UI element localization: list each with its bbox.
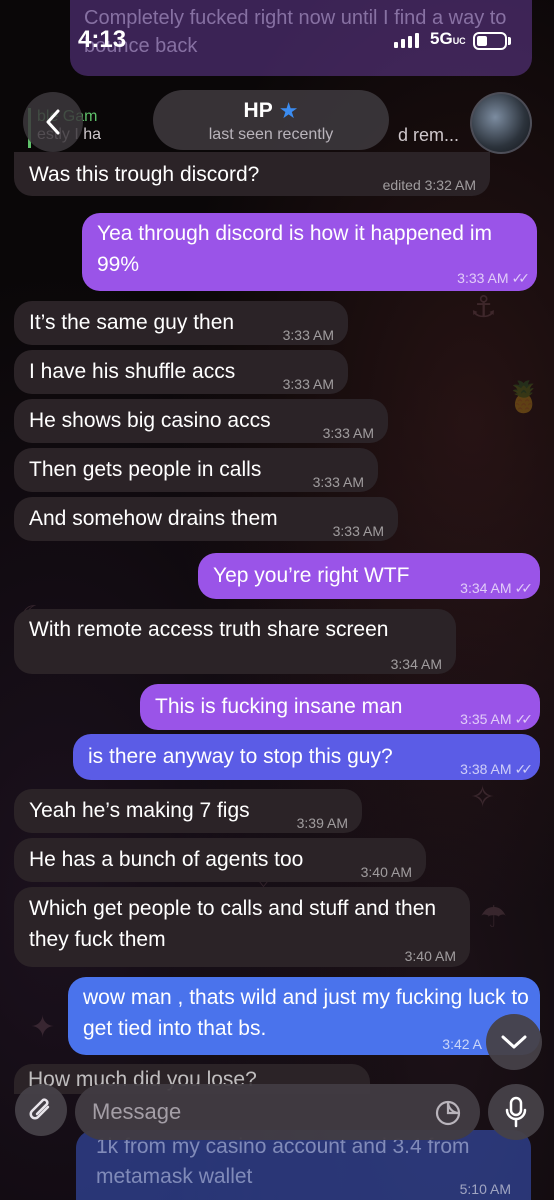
message-text: He has a bunch of agents too	[29, 848, 304, 871]
attach-button[interactable]	[15, 1084, 67, 1136]
star-icon: ★	[278, 98, 299, 123]
doodle-icon: ✧	[470, 781, 496, 814]
message-text: Yea through discord is how it happened i…	[97, 222, 492, 276]
message-time: 3:33 AM	[457, 270, 509, 286]
microphone-icon	[505, 1096, 527, 1128]
message-bubble[interactable]: Yeah he’s making 7 figs 3:39 AM	[14, 789, 362, 833]
message-time: 3:33 AM	[322, 425, 374, 441]
message-text: Yeah he’s making 7 figs	[29, 799, 250, 822]
double-check-icon: ✓✓	[514, 580, 534, 596]
message-text: This is fucking insane man	[155, 695, 403, 718]
message-bubble[interactable]: This is fucking insane man 3:35 AM ✓✓	[140, 684, 540, 730]
signal-icon	[394, 33, 419, 48]
message-time: 3:33 AM	[332, 523, 384, 539]
message-bubble[interactable]: It’s the same guy then 3:33 AM	[14, 301, 348, 345]
contact-name: HP	[243, 99, 273, 122]
message-text: 1k from my casino account and 3.4 from m…	[96, 1135, 470, 1188]
message-text: With remote access truth share screen	[29, 618, 389, 641]
chevron-left-icon	[46, 109, 60, 135]
message-time: 3:39 AM	[296, 815, 348, 831]
message-time: 3:40 AM	[404, 948, 456, 964]
message-time: edited 3:32 AM	[382, 177, 476, 193]
status-time: 4:13	[78, 26, 127, 53]
message-bubble[interactable]: Yep you’re right WTF 3:34 AM ✓✓	[198, 553, 540, 599]
message-time: 3:34 AM	[460, 580, 512, 596]
message-time: 3:33 AM	[282, 376, 334, 392]
message-text: Then gets people in calls	[29, 458, 262, 481]
double-check-icon: ✓✓	[511, 270, 531, 286]
message-bubble[interactable]: He shows big casino accs 3:33 AM	[14, 399, 388, 443]
message-time: 3:35 AM	[460, 711, 512, 727]
message-bubble[interactable]: He has a bunch of agents too 3:40 AM	[14, 838, 426, 882]
message-time: 3:33 AM	[282, 327, 334, 343]
last-seen-status: last seen recently	[208, 126, 334, 143]
message-bubble[interactable]: wow man , thats wild and just my fucking…	[68, 977, 540, 1055]
status-bar: 4:13 5GUC	[0, 0, 554, 84]
microphone-button[interactable]	[488, 1084, 544, 1140]
message-bubble[interactable]: 1k from my casino account and 3.4 from m…	[76, 1130, 531, 1200]
chevron-down-icon	[501, 1035, 527, 1049]
message-text: is there anyway to stop this guy?	[88, 745, 393, 768]
message-bubble[interactable]: And somehow drains them 3:33 AM	[14, 497, 398, 541]
message-input[interactable]	[75, 1084, 480, 1140]
doodle-icon: ✦	[30, 1011, 56, 1044]
doodle-icon: ⚓	[470, 291, 497, 324]
message-time: 3:34 AM	[390, 656, 442, 672]
message-text: He shows big casino accs	[29, 409, 271, 432]
double-check-icon: ✓✓	[514, 711, 534, 727]
battery-icon	[473, 32, 507, 50]
message-text: Which get people to calls and stuff and …	[29, 897, 437, 951]
network-type: 5GUC	[430, 29, 466, 48]
paperclip-icon	[29, 1098, 50, 1120]
message-text: It’s the same guy then	[29, 311, 235, 334]
message-time: 3:40 AM	[360, 864, 412, 880]
message-bubble[interactable]: Was this trough discord? edited 3:32 AM	[14, 152, 490, 196]
message-time: 3:42 A	[442, 1036, 482, 1052]
message-text: Yep you’re right WTF	[213, 564, 410, 587]
message-text: Was this trough discord?	[29, 163, 260, 186]
avatar[interactable]	[470, 92, 532, 154]
message-bubble[interactable]: Which get people to calls and stuff and …	[14, 887, 470, 967]
chat-title[interactable]: HP ★ last seen recently	[153, 90, 389, 150]
message-bubble[interactable]: With remote access truth share screen 3:…	[14, 609, 456, 674]
sticker-icon[interactable]	[434, 1099, 462, 1127]
doodle-icon: 🍍	[505, 381, 543, 414]
message-bubble[interactable]: is there anyway to stop this guy? 3:38 A…	[73, 734, 540, 780]
message-time: 3:33 AM	[312, 474, 364, 490]
message-bubble[interactable]: Yea through discord is how it happened i…	[82, 213, 537, 291]
message-bubble[interactable]: I have his shuffle accs 3:33 AM	[14, 350, 348, 394]
back-button[interactable]	[23, 92, 83, 152]
reply-text-right: d rem...	[398, 125, 460, 145]
message-text: I have his shuffle accs	[29, 360, 236, 383]
message-time: 5:10 AM	[459, 1181, 511, 1197]
scroll-to-bottom-button[interactable]	[486, 1014, 542, 1070]
message-bubble[interactable]: Then gets people in calls 3:33 AM	[14, 448, 378, 492]
battery-tip	[508, 37, 511, 45]
message-text: And somehow drains them	[29, 507, 278, 530]
message-time: 3:38 AM	[460, 761, 512, 777]
doodle-icon: ☂	[480, 901, 507, 934]
double-check-icon: ✓✓	[514, 761, 534, 777]
